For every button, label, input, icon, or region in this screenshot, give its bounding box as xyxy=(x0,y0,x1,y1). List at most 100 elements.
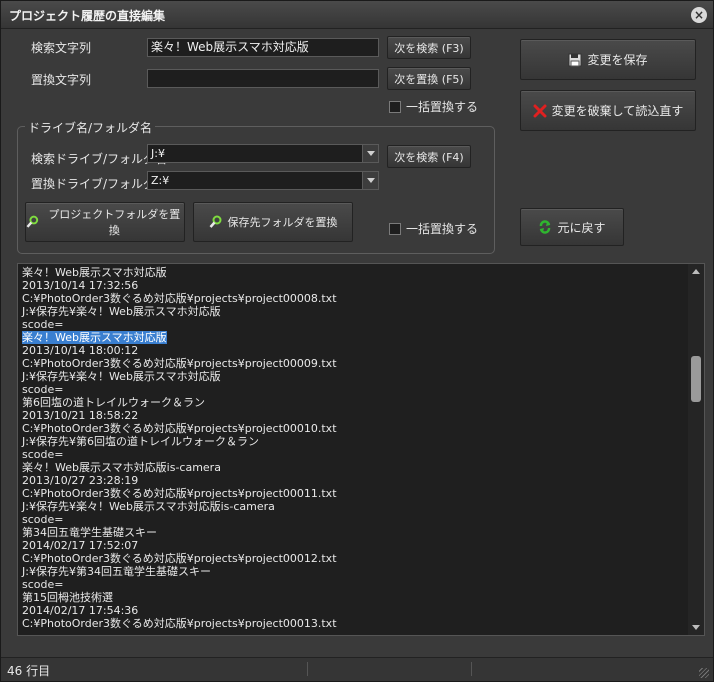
editor-line: C:¥PhotoOrder3数ぐるめ対応版¥projects¥project00… xyxy=(22,422,686,435)
history-text-editor[interactable]: 楽々！Web展示スマホ対応版 2013/10/14 17:32:56 C:¥Phot… xyxy=(17,263,705,636)
editor-line-text: scode= xyxy=(22,318,64,331)
editor-line-text: 第15回栂池技術選 xyxy=(22,591,113,604)
search-drive-value: J:¥ xyxy=(151,147,165,160)
floppy-disk-icon xyxy=(568,53,582,66)
editor-line: C:¥PhotoOrder3数ぐるめ対応版¥projects¥project00… xyxy=(22,552,686,565)
editor-line: 楽々！Web展示スマホ対応版is-camera xyxy=(22,461,686,474)
scroll-up-icon[interactable] xyxy=(692,269,700,274)
editor-line-text: J:¥保存先¥楽々！Web展示スマホ対応版 xyxy=(22,370,221,383)
editor-line-text: 楽々！Web展示スマホ対応版 xyxy=(22,266,167,279)
editor-line: 第15回栂池技術選 xyxy=(22,591,686,604)
scroll-down-icon[interactable] xyxy=(692,625,700,630)
editor-line-text: 2013/10/14 18:00:12 xyxy=(22,344,139,357)
magnifier-icon xyxy=(26,215,39,228)
editor-line-text: 楽々！Web展示スマホ対応版is-camera xyxy=(22,461,221,474)
editor-line: C:¥PhotoOrder3数ぐるめ対応版¥projects¥project00… xyxy=(22,617,686,630)
editor-line: J:¥保存先¥楽々！Web展示スマホ対応版 xyxy=(22,305,686,318)
editor-line: 2013/10/14 17:32:56 xyxy=(22,279,686,292)
editor-line-text: scode= xyxy=(22,448,64,461)
editor-line: scode= xyxy=(22,448,686,461)
replace-all-checkbox[interactable]: 一括置換する xyxy=(389,98,478,115)
replace-all-label: 一括置換する xyxy=(406,100,479,114)
editor-line: 2013/10/21 18:58:22 xyxy=(22,409,686,422)
checkbox-box[interactable] xyxy=(389,222,401,235)
chevron-down-icon[interactable] xyxy=(362,172,378,189)
editor-line: C:¥PhotoOrder3数ぐるめ対応版¥projects¥project00… xyxy=(22,487,686,500)
search-text-input[interactable]: 楽々！Web展示スマホ対応版 xyxy=(147,38,379,57)
replace-save-folder-label: 保存先フォルダを置換 xyxy=(227,216,338,229)
magnifier-icon xyxy=(209,215,221,228)
editor-line: 楽々！Web展示スマホ対応版 xyxy=(22,266,686,279)
editor-line-text: C:¥PhotoOrder3数ぐるめ対応版¥projects¥project00… xyxy=(22,357,337,370)
search-drive-combo[interactable]: J:¥ xyxy=(147,144,379,163)
replace-drive-combo[interactable]: Z:¥ xyxy=(147,171,379,190)
discard-reload-label: 変更を破棄して読込直す xyxy=(551,104,684,118)
drive-replace-all-label: 一括置換する xyxy=(406,222,479,236)
editor-line-text: 2014/02/17 17:54:36 xyxy=(22,604,139,617)
editor-line: J:¥保存先¥楽々！Web展示スマホ対応版 xyxy=(22,370,686,383)
editor-line: scode= xyxy=(22,383,686,396)
refresh-arrows-icon xyxy=(540,220,551,234)
editor-line: C:¥PhotoOrder3数ぐるめ対応版¥projects¥project00… xyxy=(22,357,686,370)
editor-line-text: 2013/10/14 17:32:56 xyxy=(22,279,139,292)
replace-next-button[interactable]: 次を置換 (F5) xyxy=(387,67,471,90)
drive-replace-all-checkbox[interactable]: 一括置換する xyxy=(389,220,478,237)
editor-line: scode= xyxy=(22,318,686,331)
scroll-thumb[interactable] xyxy=(691,356,701,402)
save-changes-button[interactable]: 変更を保存 xyxy=(520,39,696,80)
editor-line-text: 第6回塩の道トレイルウォーク＆ラン xyxy=(22,396,205,409)
editor-line-text: J:¥保存先¥第34回五竜学生基礎スキー xyxy=(22,565,211,578)
editor-line-text: J:¥保存先¥第6回塩の道トレイルウォーク＆ラン xyxy=(22,435,259,448)
checkbox-box[interactable] xyxy=(389,100,401,113)
editor-line: C:¥PhotoOrder3数ぐるめ対応版¥projects¥project00… xyxy=(22,292,686,305)
editor-line-text: C:¥PhotoOrder3数ぐるめ対応版¥projects¥project00… xyxy=(22,422,337,435)
editor-line: J:¥保存先¥第34回五竜学生基礎スキー xyxy=(22,565,686,578)
replace-text-input[interactable] xyxy=(147,69,379,88)
editor-line: 楽々！Web展示スマホ対応版 xyxy=(22,331,686,344)
editor-line-text: 2013/10/21 18:58:22 xyxy=(22,409,139,422)
status-divider xyxy=(307,662,308,676)
editor-line: 2013/10/27 23:28:19 xyxy=(22,474,686,487)
replace-project-folder-label: プロジェクトフォルダを置換 xyxy=(48,208,181,237)
window-title: プロジェクト履歴の直接編集 xyxy=(9,9,166,23)
undo-button[interactable]: 元に戻す xyxy=(520,208,624,246)
editor-line-text: C:¥PhotoOrder3数ぐるめ対応版¥projects¥project00… xyxy=(22,487,337,500)
status-bar: 46 行目 xyxy=(1,657,713,681)
find-drive-button[interactable]: 次を検索 (F4) xyxy=(387,145,471,168)
editor-line-text: scode= xyxy=(22,383,64,396)
editor-lines: 楽々！Web展示スマホ対応版 2013/10/14 17:32:56 C:¥Phot… xyxy=(22,266,686,630)
drive-folder-group-label: ドライブ名/フォルダ名 xyxy=(25,119,156,136)
editor-line-text: 2014/02/17 17:52:07 xyxy=(22,539,139,552)
chevron-down-icon[interactable] xyxy=(362,145,378,162)
editor-line: 2013/10/14 18:00:12 xyxy=(22,344,686,357)
resize-grip-icon[interactable] xyxy=(699,668,709,678)
replace-project-folder-button[interactable]: プロジェクトフォルダを置換 xyxy=(25,202,185,242)
discard-reload-button[interactable]: 変更を破棄して読込直す xyxy=(520,90,696,131)
editor-line: scode= xyxy=(22,578,686,591)
vertical-scrollbar[interactable] xyxy=(688,264,704,635)
editor-line: 第6回塩の道トレイルウォーク＆ラン xyxy=(22,396,686,409)
save-changes-label: 変更を保存 xyxy=(587,53,648,67)
editor-line-text: J:¥保存先¥楽々！Web展示スマホ対応版 xyxy=(22,305,221,318)
close-icon[interactable]: × xyxy=(691,7,707,23)
editor-line-text: 楽々！Web展示スマホ対応版 xyxy=(22,331,167,344)
replace-text-label: 置換文字列 xyxy=(31,73,92,87)
editor-line-text: C:¥PhotoOrder3数ぐるめ対応版¥projects¥project00… xyxy=(22,292,337,305)
editor-line: 2014/02/17 17:54:36 xyxy=(22,604,686,617)
editor-line-text: C:¥PhotoOrder3数ぐるめ対応版¥projects¥project00… xyxy=(22,617,337,630)
history-edit-window: プロジェクト履歴の直接編集 × 検索文字列 楽々！Web展示スマホ対応版 次を検… xyxy=(0,0,714,682)
replace-save-folder-button[interactable]: 保存先フォルダを置換 xyxy=(193,202,353,242)
editor-line: J:¥保存先¥第6回塩の道トレイルウォーク＆ラン xyxy=(22,435,686,448)
status-divider xyxy=(471,662,472,676)
replace-drive-value: Z:¥ xyxy=(151,174,170,187)
editor-line-text: 2013/10/27 23:28:19 xyxy=(22,474,139,487)
title-bar: プロジェクト履歴の直接編集 × xyxy=(1,1,713,29)
search-text-label: 検索文字列 xyxy=(31,41,92,55)
line-count-status: 46 行目 xyxy=(7,664,51,678)
editor-line: 第34回五竜学生基礎スキー xyxy=(22,526,686,539)
editor-line: scode= xyxy=(22,513,686,526)
undo-label: 元に戻す xyxy=(557,220,606,235)
find-next-button[interactable]: 次を検索 (F3) xyxy=(387,36,471,59)
red-x-icon xyxy=(533,104,547,117)
editor-line-text: scode= xyxy=(22,513,64,526)
